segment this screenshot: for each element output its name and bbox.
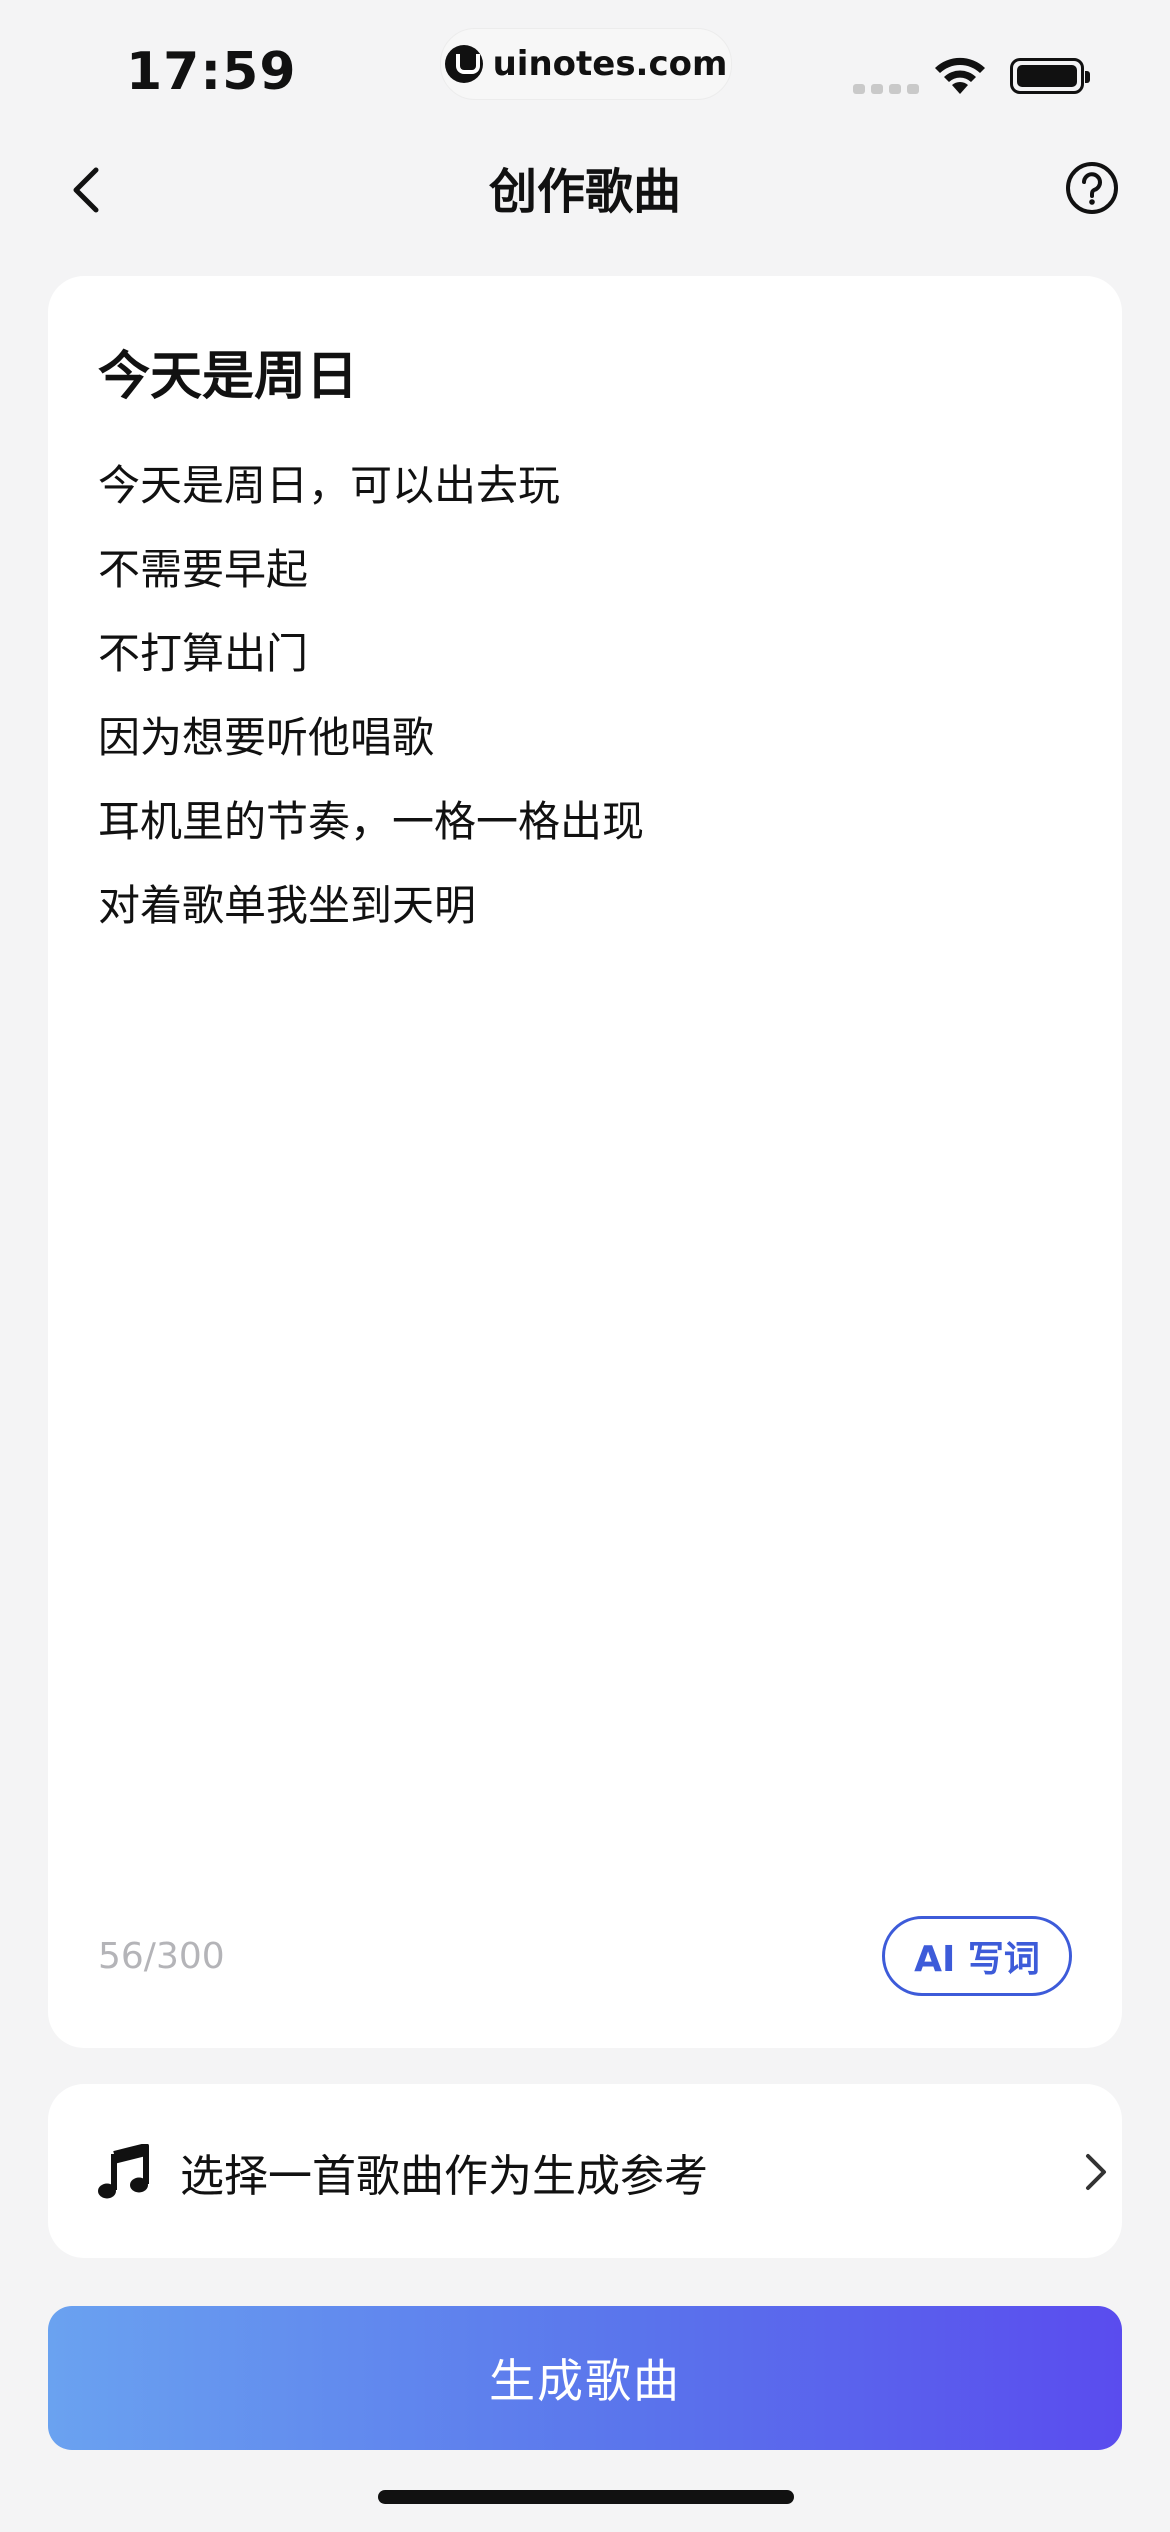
status-bar: 17:59 uinotes.com	[0, 0, 1170, 130]
page-title: 创作歌曲	[488, 164, 681, 220]
lyric-line: 因为想要听他唱歌	[98, 713, 435, 762]
site-logo-icon	[444, 45, 483, 83]
signal-icon	[853, 84, 919, 94]
lyric-line: 今天是周日，可以出去玩	[98, 461, 561, 510]
lyric-line: 耳机里的节奏，一格一格出现	[98, 797, 645, 846]
char-count: 56/300	[98, 1936, 225, 1977]
chevron-right-icon	[1086, 2154, 1106, 2190]
url-text: uinotes.com	[492, 44, 728, 84]
lyrics-editor-card[interactable]: 今天是周日 今天是周日，可以出去玩 不需要早起 不打算出门 因为想要听他唱歌 耳…	[48, 276, 1122, 2048]
url-pill[interactable]: uinotes.com	[440, 28, 732, 100]
lyric-line: 不需要早起	[98, 545, 309, 594]
ai-write-lyrics-button[interactable]: AI 写词	[882, 1916, 1072, 1996]
battery-icon	[1010, 58, 1090, 94]
home-indicator	[378, 2490, 794, 2504]
song-title[interactable]: 今天是周日	[98, 334, 358, 409]
lyric-line: 不打算出门	[98, 629, 309, 678]
wifi-icon	[935, 57, 985, 94]
generate-song-button[interactable]: 生成歌曲	[48, 2306, 1122, 2450]
nav-bar: 创作歌曲	[0, 140, 1170, 240]
question-circle-icon[interactable]	[1064, 160, 1120, 216]
reference-label: 选择一首歌曲作为生成参考	[180, 2151, 708, 2202]
status-time: 17:59	[126, 42, 297, 102]
reference-song-selector[interactable]: 选择一首歌曲作为生成参考	[48, 2084, 1122, 2258]
lyric-line: 对着歌单我坐到天明	[98, 881, 477, 930]
lyrics-text[interactable]: 今天是周日，可以出去玩 不需要早起 不打算出门 因为想要听他唱歌 耳机里的节奏，…	[98, 444, 644, 948]
music-note-icon	[98, 2144, 149, 2199]
